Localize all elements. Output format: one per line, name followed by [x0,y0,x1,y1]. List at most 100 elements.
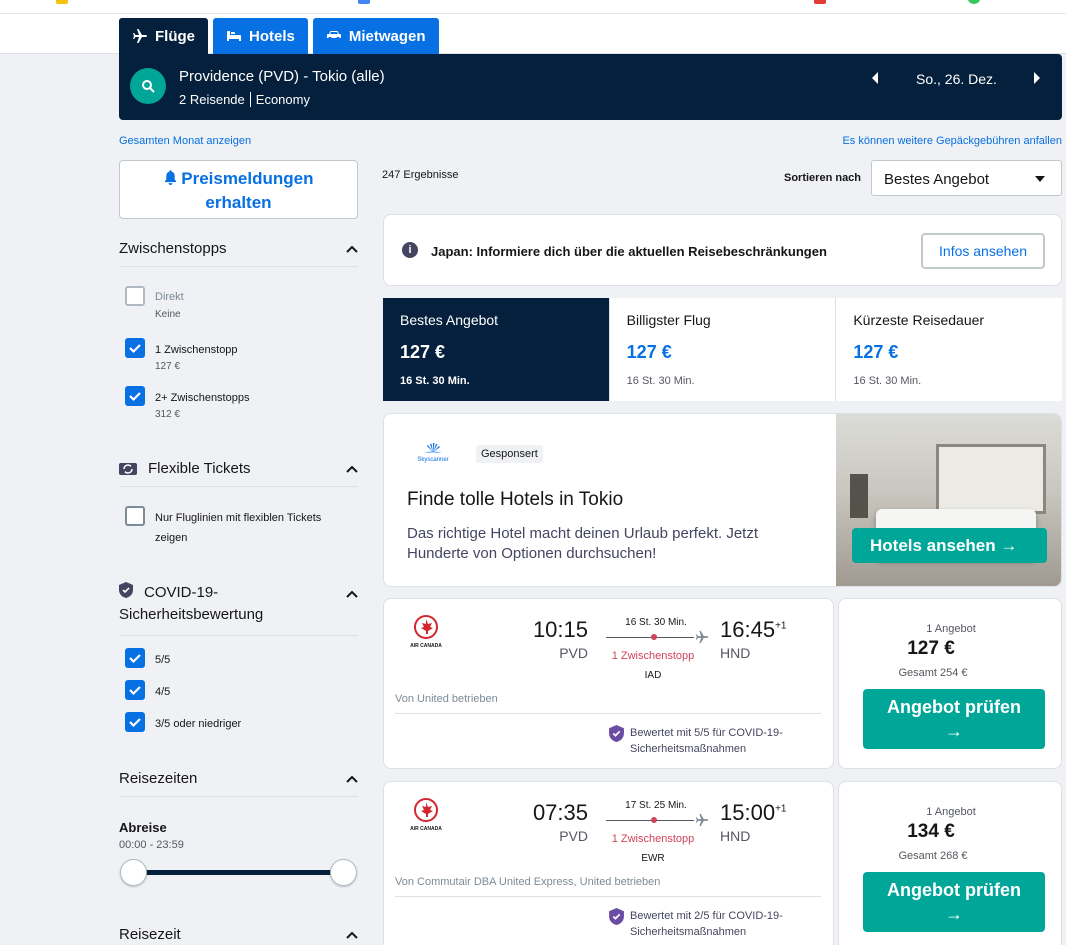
view-hotels-button[interactable]: Hotels ansehen → [852,528,1047,563]
sort-label: Sortieren nach [784,172,862,184]
arrival-time: 16:45+1 [720,617,787,642]
bookmark-icon[interactable] [358,0,370,4]
offers-count: 1 Angebot [926,623,976,635]
date-text[interactable]: So., 26. Dez. [916,71,997,87]
notice-text: Japan: Informiere dich über die aktuelle… [431,244,827,259]
flight-price: 134 € [907,821,955,842]
departure-range: 00:00 - 23:59 [119,839,184,851]
arrival-time: 15:00+1 [720,800,787,825]
sort-tab-best[interactable]: Bestes Angebot 127 € 16 St. 30 Min. [383,298,610,401]
previous-date-icon[interactable] [870,71,880,85]
flexible-tickets-header[interactable]: Flexible Tickets [119,460,358,487]
view-info-button[interactable]: Infos ansehen [921,233,1045,269]
departure-time: 10:15 [532,617,588,642]
sort-tab-fastest[interactable]: Kürzeste Reisedauer 127 € 16 St. 30 Min. [836,298,1062,401]
tab-car-hire[interactable]: Mietwagen [312,18,439,54]
departure-time: 07:35 [532,800,588,825]
offers-count: 1 Angebot [926,806,976,818]
flight-details[interactable]: AIR CANADA 07:35 PVD 17 St. 25 Min. 15:0… [383,781,834,945]
travellers-cabin: 2 Reisende Economy [179,92,310,107]
travellers-text: 2 Reisende [179,92,245,107]
check-deal-button[interactable]: Angebot prüfen → [863,872,1045,932]
flight-price: 127 € [907,638,955,659]
ad-title: Finde tolle Hotels in Tokio [407,489,624,510]
departure-airport: PVD [559,828,588,844]
tab-hotels[interactable]: Hotels [213,18,308,54]
price-panel: 1 Angebot 127 € Gesamt 254 € Angebot prü… [838,598,1062,769]
search-icon [142,80,155,93]
duration-header[interactable]: Reisezeit [119,926,358,945]
flight-duration: 16 St. 30 Min. [625,617,687,628]
check-icon [129,654,141,664]
bookmark-icon[interactable] [56,0,68,4]
chevron-up-icon[interactable] [346,775,358,783]
two-plus-stops-checkbox[interactable] [125,386,145,406]
caret-down-icon [1035,176,1045,182]
flight-result-card[interactable]: AIR CANADA 07:35 PVD 17 St. 25 Min. 15:0… [383,781,1062,945]
price-alert-button[interactable]: Preismeldungen erhalten [119,160,358,219]
shield-icon [609,908,624,925]
covid-5-checkbox[interactable] [125,648,145,668]
whole-month-link[interactable]: Gesamten Monat anzeigen [119,135,251,147]
arrival-airport: HND [720,828,751,844]
sort-tab-cheapest[interactable]: Billigster Flug 127 € 16 St. 30 Min. [610,298,837,401]
baggage-fees-link[interactable]: Es können weitere Gepäckgebühren anfalle… [842,135,1062,147]
flight-details[interactable]: AIR CANADA 10:15 PVD 16 St. 30 Min. 16:4… [383,598,834,769]
ticket-icon [119,462,137,475]
covid-4-option: 4/5 [155,686,171,698]
bookmark-strip [0,0,1066,14]
covid-3-checkbox[interactable] [125,712,145,732]
search-button[interactable] [130,68,166,104]
divider [249,92,251,107]
total-price: Gesamt 268 € [898,850,968,862]
next-date-icon[interactable] [1032,71,1042,85]
shield-icon [609,725,624,742]
route-line [606,820,694,821]
flexible-tickets-checkbox[interactable] [125,506,145,526]
one-stop-option: 1 Zwischenstopp 127 € [155,344,238,372]
check-icon [129,686,141,696]
search-summary[interactable]: Providence (PVD) - Tokio (alle) 2 Reisen… [119,54,1062,120]
air-canada-logo: AIR CANADA [410,615,442,649]
plane-icon [133,29,147,43]
check-icon [129,718,141,728]
stops-filter-header[interactable]: Zwischenstopps [119,240,358,267]
stop-dot [651,634,657,640]
flexible-tickets-option: Nur Fluglinien mit flexiblen Tickets zei… [155,512,322,544]
skyscanner-logo: Skyscanner [417,443,449,463]
plane-icon [695,813,709,827]
shield-icon [119,582,133,598]
product-tabs: Flüge Hotels Mietwagen [119,18,439,54]
results-count: 247 Ergebnisse [382,169,459,181]
total-price: Gesamt 254 € [898,667,968,679]
stops-count: 1 Zwischenstopp [611,650,695,662]
covid-4-checkbox[interactable] [125,680,145,700]
sort-select[interactable]: Bestes Angebot [871,160,1062,196]
chevron-up-icon[interactable] [346,931,358,939]
sponsored-badge: Gesponsert [476,445,543,463]
departure-label: Abreise [119,820,167,835]
chevron-up-icon[interactable] [346,245,358,253]
departure-slider-min-handle[interactable] [120,859,147,886]
chevron-up-icon[interactable] [346,465,358,473]
tab-flights[interactable]: Flüge [119,18,208,54]
plane-icon [695,630,709,644]
departure-slider-track[interactable] [133,870,343,875]
bell-icon [164,170,176,185]
direct-option: Direkt Keine [155,291,184,320]
departure-slider-max-handle[interactable] [330,859,357,886]
covid-rating-header[interactable]: COVID-19- Sicherheitsbewertung [119,582,358,636]
travel-times-header[interactable]: Reisezeiten [119,770,358,797]
bookmark-icon[interactable] [814,0,826,4]
check-deal-button[interactable]: Angebot prüfen → [863,689,1045,749]
arrival-airport: HND [720,645,751,661]
operated-by: Von United betrieben [395,693,498,705]
flight-result-card[interactable]: AIR CANADA 10:15 PVD 16 St. 30 Min. 16:4… [383,598,1062,769]
one-stop-checkbox[interactable] [125,338,145,358]
departure-airport: PVD [559,645,588,661]
stop-dot [651,817,657,823]
route-line [606,637,694,638]
bookmark-icon[interactable] [968,0,980,4]
chevron-up-icon[interactable] [346,590,358,598]
covid-3-option: 3/5 oder niedriger [155,718,242,730]
